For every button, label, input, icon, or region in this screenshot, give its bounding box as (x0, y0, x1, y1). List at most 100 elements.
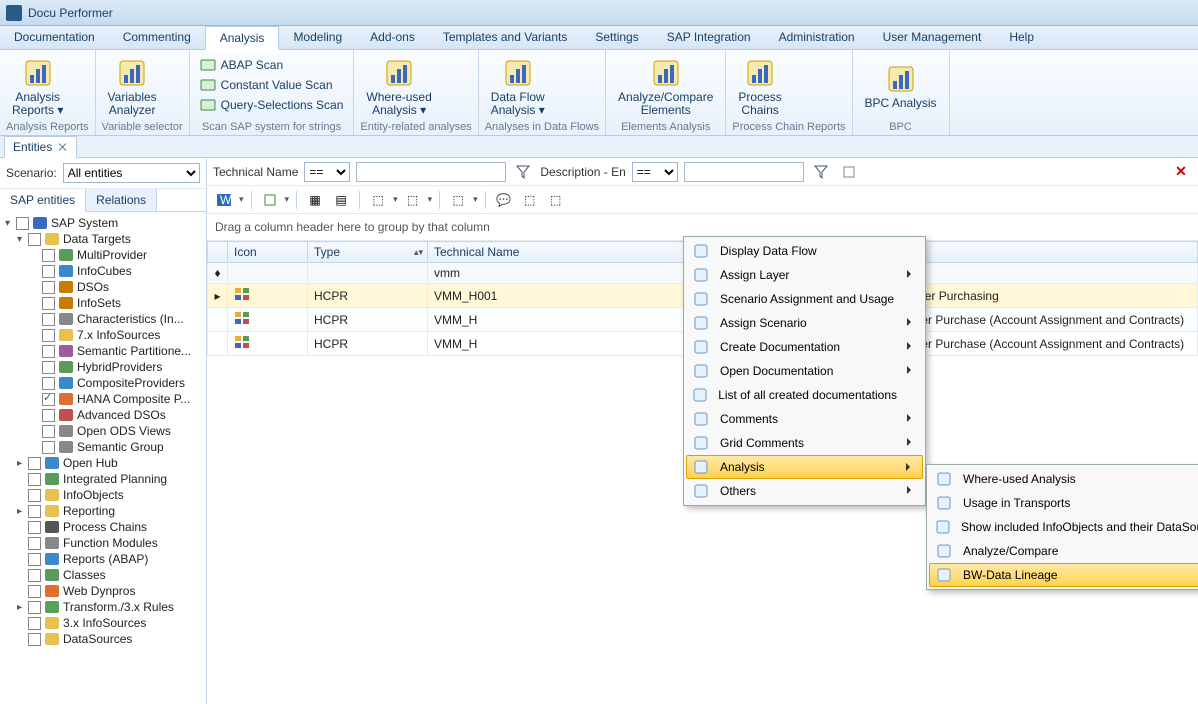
menu-sap-integration[interactable]: SAP Integration (653, 26, 765, 49)
filter-tn-value[interactable] (356, 162, 506, 182)
expand-icon[interactable]: ▸ (14, 506, 25, 517)
tree-item[interactable]: InfoCubes (2, 263, 204, 279)
ribbon-button[interactable]: Where-usedAnalysis ▾ (360, 54, 437, 119)
menu-item-assign-layer[interactable]: Assign Layer (686, 263, 923, 287)
checkbox[interactable] (28, 617, 41, 630)
tree-item[interactable]: MultiProvider (2, 247, 204, 263)
checkbox[interactable] (42, 265, 55, 278)
checkbox[interactable] (42, 441, 55, 454)
checkbox[interactable] (28, 585, 41, 598)
tree-item[interactable]: ▸Open Hub (2, 455, 204, 471)
tree-item[interactable]: HANA Composite P... (2, 391, 204, 407)
filter-tn-op[interactable]: == (304, 162, 350, 182)
tree-item[interactable]: ▸Reporting (2, 503, 204, 519)
checkbox[interactable] (28, 473, 41, 486)
ribbon-button[interactable]: Data FlowAnalysis ▾ (485, 54, 551, 119)
checkbox[interactable] (42, 361, 55, 374)
filter-icon[interactable] (512, 161, 534, 183)
scan-item[interactable]: Query-Selections Scan (196, 96, 348, 114)
checkbox[interactable] (28, 457, 41, 470)
tree-item[interactable]: Characteristics (In... (2, 311, 204, 327)
tool-f-icon[interactable]: ⬚ (519, 189, 541, 211)
menu-settings[interactable]: Settings (581, 26, 652, 49)
analysis-reports-button[interactable]: AnalysisReports ▾ (6, 54, 69, 119)
checkbox[interactable] (28, 505, 41, 518)
menu-item-usage-in-transports[interactable]: Usage in Transports (929, 491, 1198, 515)
menu-item-grid-comments[interactable]: Grid Comments (686, 431, 923, 455)
menu-item-analyze-compare[interactable]: Analyze/Compare (929, 539, 1198, 563)
tree-item[interactable]: ▸Transform./3.x Rules (2, 599, 204, 615)
checkbox[interactable] (42, 297, 55, 310)
checkbox[interactable] (42, 425, 55, 438)
filter-desc-op[interactable]: == (632, 162, 678, 182)
tree-item[interactable]: Process Chains (2, 519, 204, 535)
checkbox[interactable] (42, 393, 55, 406)
checkbox[interactable] (42, 409, 55, 422)
tree-item[interactable]: Integrated Planning (2, 471, 204, 487)
entity-tree[interactable]: ▾SAP System▾Data TargetsMultiProviderInf… (0, 212, 206, 704)
document-tab-entities[interactable]: Entities (4, 136, 77, 158)
checkbox[interactable] (28, 489, 41, 502)
tool-c-icon[interactable]: ⬚ (367, 189, 389, 211)
menu-modeling[interactable]: Modeling (279, 26, 356, 49)
menu-item-bw-data-lineage[interactable]: BW-Data Lineage (929, 563, 1198, 587)
filter-edit-icon[interactable] (838, 161, 860, 183)
menu-administration[interactable]: Administration (765, 26, 869, 49)
checkbox[interactable] (28, 569, 41, 582)
menu-item-scenario-assignment-and-usage[interactable]: Scenario Assignment and Usage (686, 287, 923, 311)
tree-item[interactable]: Open ODS Views (2, 423, 204, 439)
tool-e-icon[interactable]: ⬚ (447, 189, 469, 211)
tool-a-icon[interactable]: ▦ (304, 189, 326, 211)
checkbox[interactable] (42, 313, 55, 326)
scenario-select[interactable]: All entities (63, 163, 200, 183)
checkbox[interactable] (42, 249, 55, 262)
tree-item[interactable]: Semantic Group (2, 439, 204, 455)
tree-item[interactable]: InfoObjects (2, 487, 204, 503)
menu-item-show-included-infoobjects-and-their-datasources[interactable]: Show included InfoObjects and their Data… (929, 515, 1198, 539)
tree-item[interactable]: Advanced DSOs (2, 407, 204, 423)
refresh-icon[interactable] (259, 189, 281, 211)
word-export-icon[interactable]: W (213, 189, 235, 211)
checkbox[interactable] (28, 553, 41, 566)
checkbox[interactable] (28, 537, 41, 550)
checkbox[interactable] (16, 217, 29, 230)
menu-item-create-documentation[interactable]: Create Documentation (686, 335, 923, 359)
checkbox[interactable] (28, 233, 41, 246)
tree-item[interactable]: HybridProviders (2, 359, 204, 375)
menu-item-analysis[interactable]: Analysis (686, 455, 923, 479)
menu-documentation[interactable]: Documentation (0, 26, 109, 49)
column-header[interactable]: Icon (228, 242, 308, 263)
context-submenu-analysis[interactable]: Where-used AnalysisUsage in TransportsSh… (926, 464, 1198, 590)
filter-desc-value[interactable] (684, 162, 804, 182)
scan-item[interactable]: Constant Value Scan (196, 76, 348, 94)
scan-item[interactable]: ABAP Scan (196, 56, 348, 74)
menu-item-others[interactable]: Others (686, 479, 923, 503)
menu-help[interactable]: Help (995, 26, 1048, 49)
menu-item-comments[interactable]: Comments (686, 407, 923, 431)
variables-analyzer-button[interactable]: VariablesAnalyzer (102, 54, 163, 119)
comment-icon[interactable]: 💬 (493, 189, 515, 211)
tree-item[interactable]: ▾Data Targets (2, 231, 204, 247)
menu-commenting[interactable]: Commenting (109, 26, 205, 49)
tab-sap-entities[interactable]: SAP entities (0, 189, 86, 212)
tree-item[interactable]: DSOs (2, 279, 204, 295)
filter-apply-icon[interactable] (810, 161, 832, 183)
tree-item[interactable]: Reports (ABAP) (2, 551, 204, 567)
column-header[interactable]: Type▴▾ (308, 242, 428, 263)
filter-clear-icon[interactable]: ✕ (1170, 161, 1192, 183)
expand-icon[interactable]: ▾ (14, 234, 25, 245)
menu-item-list-of-all-created-documentations[interactable]: List of all created documentations (686, 383, 923, 407)
menu-add-ons[interactable]: Add-ons (356, 26, 429, 49)
tree-item[interactable]: Web Dynpros (2, 583, 204, 599)
tree-item[interactable]: InfoSets (2, 295, 204, 311)
checkbox[interactable] (42, 329, 55, 342)
tab-relations[interactable]: Relations (86, 189, 157, 211)
tree-item[interactable]: 7.x InfoSources (2, 327, 204, 343)
menu-item-assign-scenario[interactable]: Assign Scenario (686, 311, 923, 335)
expand-icon[interactable]: ▾ (2, 218, 13, 229)
close-icon[interactable] (58, 142, 68, 152)
tool-g-icon[interactable]: ⬚ (545, 189, 567, 211)
tree-item[interactable]: DataSources (2, 631, 204, 647)
tree-item[interactable]: Semantic Partitione... (2, 343, 204, 359)
tree-item[interactable]: ▾SAP System (2, 215, 204, 231)
